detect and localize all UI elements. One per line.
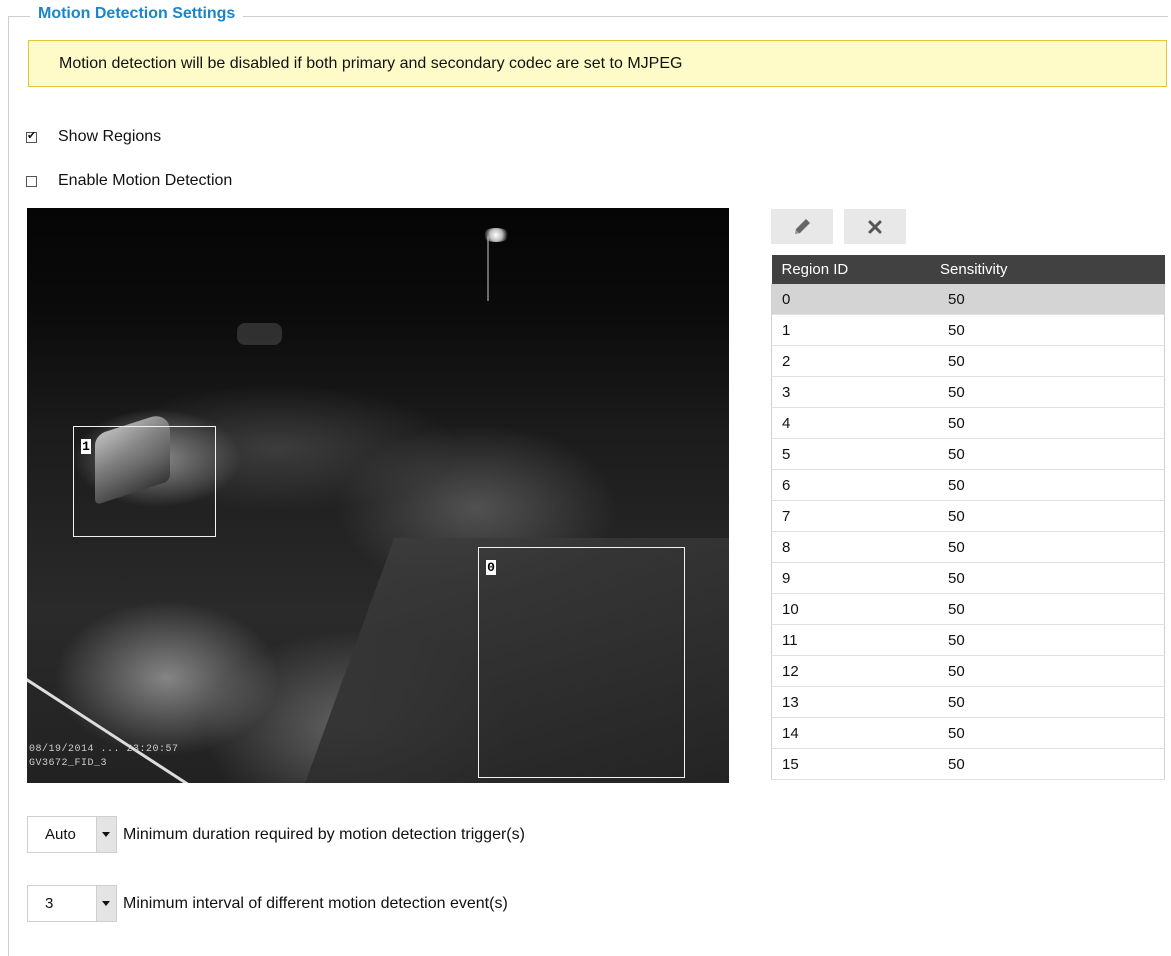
region-id-cell[interactable]: 2	[771, 345, 937, 377]
camera-name-overlay: GV3672_FID_3	[29, 758, 108, 769]
region-id-cell[interactable]: 3	[771, 376, 937, 408]
camera-timestamp-overlay: 08/19/2014 ... 23:20:57	[29, 744, 179, 755]
region-id-cell[interactable]: 0	[771, 284, 937, 315]
sensitivity-cell[interactable]: 50	[937, 469, 1165, 501]
sensitivity-cell[interactable]: 50	[937, 593, 1165, 625]
table-row[interactable]: 1 50	[771, 314, 1165, 346]
region-id-cell[interactable]: 15	[771, 748, 937, 780]
motion-region-box[interactable]: 0	[478, 547, 685, 778]
table-row[interactable]: 0 50	[771, 284, 1165, 315]
region-id-cell[interactable]: 12	[771, 655, 937, 687]
sensitivity-cell[interactable]: 50	[937, 284, 1165, 315]
camera-scene-lamp-post	[487, 236, 489, 301]
enable-motion-checkbox[interactable]	[26, 175, 37, 187]
section-title: Motion Detection Settings	[30, 5, 244, 23]
min-duration-select[interactable]: Auto	[27, 816, 117, 853]
min-duration-label: Minimum duration required by motion dete…	[123, 825, 525, 843]
motion-region-label: 0	[486, 560, 496, 575]
table-row[interactable]: 7 50	[771, 500, 1165, 532]
region-id-cell[interactable]: 8	[771, 531, 937, 563]
column-header-sensitivity[interactable]: Sensitivity	[937, 255, 1165, 284]
region-id-cell[interactable]: 5	[771, 438, 937, 470]
region-table: Region ID Sensitivity 0 50 1 50 2 50 3 50 4 50 5 50…	[771, 255, 1165, 780]
sensitivity-cell[interactable]: 50	[937, 717, 1165, 749]
show-regions-option[interactable]: Show Regions	[26, 128, 161, 146]
region-id-cell[interactable]: 10	[771, 593, 937, 625]
sensitivity-cell[interactable]: 50	[937, 376, 1165, 408]
region-table-body: 0 50 1 50 2 50 3 50 4 50 5 50 6 50 7 50 8 50 9 50 10 50 11 50 12…	[771, 284, 1165, 780]
sensitivity-cell[interactable]: 50	[937, 500, 1165, 532]
region-id-cell[interactable]: 7	[771, 500, 937, 532]
table-row[interactable]: 14 50	[771, 717, 1165, 749]
table-row[interactable]: 12 50	[771, 655, 1165, 687]
min-interval-value[interactable]: 3	[45, 886, 53, 921]
column-header-region-id[interactable]: Region ID	[771, 255, 937, 284]
table-header-row: Region ID Sensitivity	[771, 255, 1165, 284]
table-row[interactable]: 13 50	[771, 686, 1165, 718]
region-id-cell[interactable]: 14	[771, 717, 937, 749]
enable-motion-option[interactable]: Enable Motion Detection	[26, 172, 232, 190]
sensitivity-cell[interactable]: 50	[937, 407, 1165, 439]
sensitivity-cell[interactable]: 50	[937, 314, 1165, 346]
show-regions-label[interactable]: Show Regions	[58, 128, 161, 146]
chevron-down-icon[interactable]	[96, 886, 116, 921]
sensitivity-cell[interactable]: 50	[937, 438, 1165, 470]
camera-scene-parked-car	[237, 323, 282, 345]
region-id-cell[interactable]: 11	[771, 624, 937, 656]
sensitivity-cell[interactable]: 50	[937, 531, 1165, 563]
region-id-cell[interactable]: 1	[771, 314, 937, 346]
table-row[interactable]: 9 50	[771, 562, 1165, 594]
sensitivity-cell[interactable]: 50	[937, 748, 1165, 780]
codec-warning-notice: Motion detection will be disabled if bot…	[28, 40, 1167, 87]
min-interval-setting: 3 Minimum interval of different motion d…	[27, 885, 508, 922]
table-row[interactable]: 4 50	[771, 407, 1165, 439]
chevron-down-icon[interactable]	[96, 817, 116, 852]
region-id-cell[interactable]: 9	[771, 562, 937, 594]
camera-live-view[interactable]: 1 0 08/19/2014 ... 23:20:57 GV3672_FID_3	[27, 208, 729, 783]
edit-region-button[interactable]	[771, 209, 833, 244]
min-duration-setting: Auto Minimum duration required by motion…	[27, 816, 525, 853]
table-row[interactable]: 3 50	[771, 376, 1165, 408]
pencil-icon	[795, 218, 810, 234]
region-id-cell[interactable]: 13	[771, 686, 937, 718]
table-row[interactable]: 5 50	[771, 438, 1165, 470]
table-row[interactable]: 6 50	[771, 469, 1165, 501]
delete-region-button[interactable]	[844, 209, 906, 244]
sensitivity-cell[interactable]: 50	[937, 345, 1165, 377]
close-icon	[868, 220, 882, 233]
sensitivity-cell[interactable]: 50	[937, 562, 1165, 594]
min-interval-select[interactable]: 3	[27, 885, 117, 922]
camera-scene-streetlight	[482, 228, 510, 242]
sensitivity-cell[interactable]: 50	[937, 655, 1165, 687]
show-regions-checkbox[interactable]	[26, 129, 37, 143]
sensitivity-cell[interactable]: 50	[937, 624, 1165, 656]
motion-region-box[interactable]: 1	[73, 426, 216, 537]
sensitivity-cell[interactable]: 50	[937, 686, 1165, 718]
enable-motion-label[interactable]: Enable Motion Detection	[58, 172, 232, 190]
fieldset-border-left	[8, 16, 9, 956]
motion-region-label: 1	[81, 439, 91, 454]
table-row[interactable]: 2 50	[771, 345, 1165, 377]
region-id-cell[interactable]: 4	[771, 407, 937, 439]
min-duration-value[interactable]: Auto	[45, 817, 76, 852]
table-row[interactable]: 11 50	[771, 624, 1165, 656]
table-row[interactable]: 8 50	[771, 531, 1165, 563]
region-id-cell[interactable]: 6	[771, 469, 937, 501]
table-row[interactable]: 10 50	[771, 593, 1165, 625]
min-interval-label: Minimum interval of different motion det…	[123, 894, 508, 912]
table-row[interactable]: 15 50	[771, 748, 1165, 780]
